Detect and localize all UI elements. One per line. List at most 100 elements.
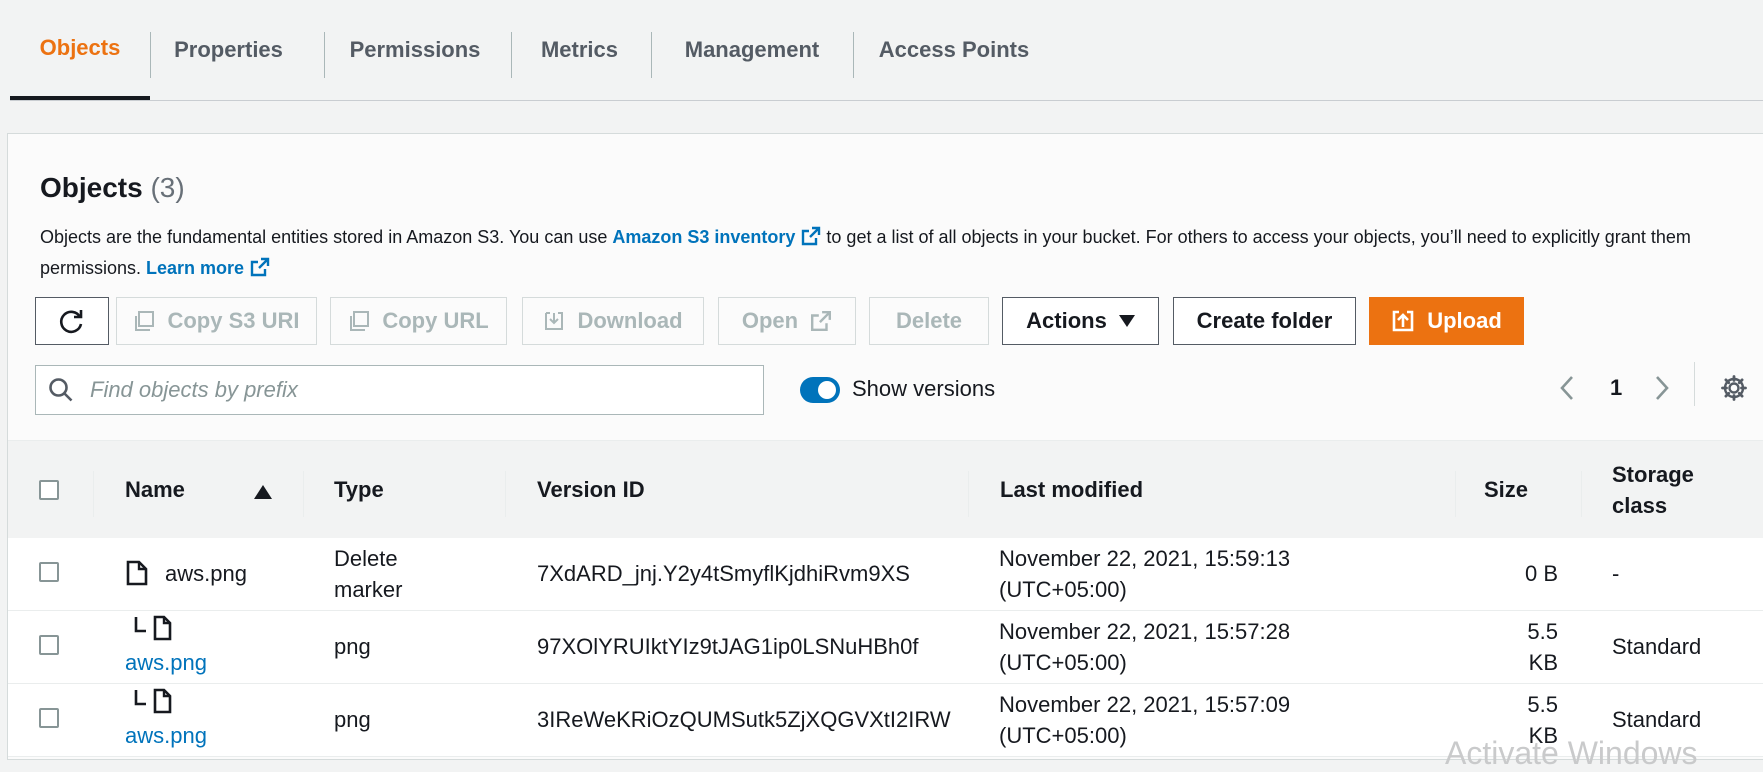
external-link-icon <box>802 226 821 246</box>
activate-windows-watermark: Activate Windows <box>1445 735 1698 771</box>
s3-inventory-link[interactable]: Amazon S3 inventory <box>612 226 821 247</box>
size-value: 5.5 <box>1527 619 1558 644</box>
modified-timezone: (UTC+05:00) <box>999 723 1127 748</box>
object-version-link[interactable]: aws.png <box>125 647 207 678</box>
tab-access-points[interactable]: Access Points <box>854 0 1054 100</box>
version-file-icon <box>134 688 172 714</box>
column-divider <box>1455 471 1456 517</box>
column-header-name-label: Name <box>125 477 185 502</box>
download-icon <box>545 312 564 330</box>
upload-icon <box>1392 310 1414 332</box>
panel-title-text: Objects <box>40 172 143 203</box>
chevron-right-icon[interactable] <box>1653 374 1671 402</box>
table-row[interactable]: aws.png png 97XOlYRUIktYIz9tJAG1ip0LSNuH… <box>8 611 1763 684</box>
panel-description: Objects are the fundamental entities sto… <box>40 222 1730 284</box>
column-header-name[interactable]: Name <box>125 441 185 539</box>
delete-label: Delete <box>895 308 963 333</box>
create-folder-button[interactable]: Create folder <box>1173 297 1356 345</box>
modified-date: November 22, 2021, 15:57:28 <box>999 619 1291 644</box>
column-header-storage-class[interactable]: Storage class <box>1612 441 1694 539</box>
objects-panel: Objects (3) Objects are the fundamental … <box>7 133 1763 760</box>
object-type: png <box>334 707 371 732</box>
search-input[interactable] <box>88 376 732 404</box>
version-id: 3IReWeKRiOzQUMSutk5ZjXQGVXtI2IRW <box>537 707 951 732</box>
version-id: 97XOlYRUIktYIz9tJAG1ip0LSNuHBh0f <box>537 634 919 659</box>
column-header-size[interactable]: Size <box>1484 441 1528 539</box>
last-modified: November 22, 2021, 15:57:28 (UTC+05:00) <box>999 616 1290 678</box>
last-modified: November 22, 2021, 15:59:13 (UTC+05:00) <box>999 543 1290 605</box>
modified-timezone: (UTC+05:00) <box>999 577 1127 602</box>
description-text-1: Objects are the fundamental entities sto… <box>40 227 613 247</box>
open-label: Open <box>741 308 799 333</box>
storage-class: Standard <box>1612 634 1702 659</box>
storage-header-line-2: class <box>1612 493 1668 518</box>
gear-icon[interactable] <box>1720 374 1748 402</box>
search-icon <box>49 378 73 402</box>
row-checkbox[interactable] <box>39 562 59 582</box>
delete-button[interactable]: Delete <box>869 297 989 345</box>
refresh-icon <box>60 310 83 334</box>
page-title: Objects (3) <box>40 172 185 204</box>
tab-properties[interactable]: Properties <box>151 0 306 100</box>
s3-inventory-link-label: Amazon S3 inventory <box>612 227 796 247</box>
caret-down-icon <box>1118 315 1135 327</box>
copy-s3-uri-label: Copy S3 URI <box>167 308 300 333</box>
column-divider <box>93 471 94 517</box>
row-checkbox[interactable] <box>39 708 59 728</box>
actions-dropdown[interactable]: Actions <box>1002 297 1159 345</box>
refresh-button[interactable] <box>35 297 109 345</box>
download-button[interactable]: Download <box>522 297 704 345</box>
table-row[interactable]: aws.png Delete marker 7XdARD_jnj.Y2y4tSm… <box>8 538 1763 611</box>
modified-date: November 22, 2021, 15:57:09 <box>999 692 1291 717</box>
open-button[interactable]: Open <box>718 297 856 345</box>
file-icon <box>126 560 148 586</box>
row-checkbox[interactable] <box>39 635 59 655</box>
object-count: (3) <box>150 172 185 203</box>
upload-button[interactable]: Upload <box>1369 297 1524 345</box>
learn-more-link[interactable]: Learn more <box>146 257 270 278</box>
select-all-checkbox[interactable] <box>39 480 59 500</box>
pagination-divider <box>1694 362 1695 406</box>
tab-metrics[interactable]: Metrics <box>512 0 647 100</box>
modified-date: November 22, 2021, 15:59:13 <box>999 546 1291 571</box>
storage-class: - <box>1612 561 1620 586</box>
current-page-number[interactable]: 1 <box>1610 375 1622 401</box>
object-version-link[interactable]: aws.png <box>125 720 207 751</box>
type-line-1: Delete <box>334 546 398 571</box>
copy-s3-uri-button[interactable]: Copy S3 URI <box>116 297 317 345</box>
object-name[interactable]: aws.png <box>165 558 247 589</box>
chevron-left-icon[interactable] <box>1558 374 1576 402</box>
copy-url-button[interactable]: Copy URL <box>330 297 507 345</box>
column-divider <box>303 471 304 517</box>
toggle-knob <box>818 381 836 399</box>
copy-icon <box>135 311 155 331</box>
object-size: 0 B <box>1524 561 1558 586</box>
size-value: 5.5 <box>1527 692 1558 717</box>
object-size: 5.5 KB <box>1503 616 1558 678</box>
object-type: Delete marker <box>334 543 402 605</box>
external-link-icon <box>811 310 832 332</box>
download-label: Download <box>577 308 683 333</box>
copy-icon <box>350 311 370 331</box>
column-divider <box>1581 471 1582 517</box>
tab-objects[interactable]: Objects <box>10 0 150 100</box>
column-header-type[interactable]: Type <box>334 441 384 539</box>
tab-bar: Objects Properties Permissions Metrics M… <box>10 0 1763 101</box>
storage-class: Standard <box>1612 707 1702 732</box>
search-box <box>35 365 764 415</box>
tab-permissions[interactable]: Permissions <box>325 0 505 100</box>
storage-header-line-1: Storage <box>1612 462 1694 487</box>
type-line-2: marker <box>334 577 403 602</box>
column-header-version-id[interactable]: Version ID <box>537 441 645 539</box>
size-unit: KB <box>1528 650 1558 675</box>
create-folder-label: Create folder <box>1196 308 1333 333</box>
external-link-icon <box>250 257 270 277</box>
column-header-last-modified[interactable]: Last modified <box>1000 441 1143 539</box>
version-id: 7XdARD_jnj.Y2y4tSmyflKjdhiRvm9XS <box>537 561 910 586</box>
show-versions-toggle[interactable] <box>800 377 840 403</box>
sort-ascending-icon[interactable] <box>254 485 272 499</box>
show-versions-label: Show versions <box>852 376 996 401</box>
tab-management[interactable]: Management <box>652 0 852 100</box>
table-header: Name Type Version ID Last modified Size … <box>8 440 1763 540</box>
last-modified: November 22, 2021, 15:57:09 (UTC+05:00) <box>999 689 1290 751</box>
